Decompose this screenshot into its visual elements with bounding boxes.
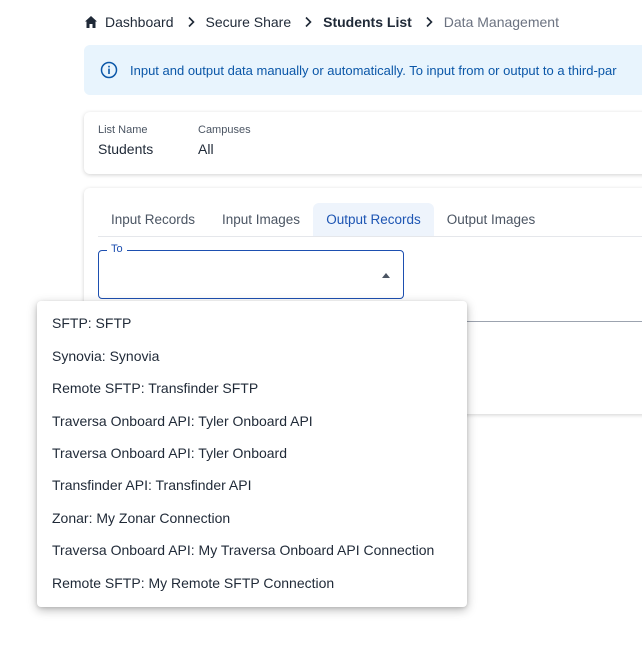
tab-output-images[interactable]: Output Images bbox=[435, 203, 547, 236]
dropdown-option[interactable]: Remote SFTP: Transfinder SFTP bbox=[37, 372, 467, 404]
list-name-field: List Name Students bbox=[98, 124, 153, 157]
tab-input-records[interactable]: Input Records bbox=[98, 203, 208, 236]
dropdown-option[interactable]: Remote SFTP: My Remote SFTP Connection bbox=[37, 567, 467, 599]
dropdown-option[interactable]: Traversa Onboard API: Tyler Onboard bbox=[37, 437, 467, 469]
to-select[interactable]: To bbox=[98, 243, 404, 299]
list-name-label: List Name bbox=[98, 124, 148, 136]
campuses-field: Campuses All bbox=[198, 124, 251, 157]
to-select-label: To bbox=[107, 243, 127, 255]
chevron-right-icon bbox=[186, 16, 196, 28]
breadcrumb: Dashboard Secure Share Students List Dat… bbox=[84, 12, 559, 32]
info-banner-text: Input and output data manually or automa… bbox=[130, 62, 617, 78]
list-name-value: Students bbox=[98, 141, 154, 157]
breadcrumb-secure-share[interactable]: Secure Share bbox=[206, 14, 292, 30]
dropdown-option[interactable]: Zonar: My Zonar Connection bbox=[37, 502, 467, 534]
breadcrumb-data-management: Data Management bbox=[443, 14, 559, 30]
dropdown-option[interactable]: Traversa Onboard API: My Traversa Onboar… bbox=[37, 534, 467, 566]
tab-bar: Input Records Input Images Output Record… bbox=[98, 203, 642, 237]
dropdown-option[interactable]: Synovia: Synovia bbox=[37, 340, 467, 372]
caret-up-icon[interactable] bbox=[382, 273, 390, 278]
chevron-right-icon bbox=[424, 16, 434, 28]
list-info-card: List Name Students Campuses All bbox=[84, 112, 642, 174]
tab-output-records[interactable]: Output Records bbox=[313, 203, 434, 236]
dropdown-option[interactable]: Transfinder API: Transfinder API bbox=[37, 469, 467, 501]
tab-input-images[interactable]: Input Images bbox=[209, 203, 313, 236]
campuses-value: All bbox=[198, 141, 214, 157]
dropdown-option[interactable]: Traversa Onboard API: Tyler Onboard API bbox=[37, 405, 467, 437]
breadcrumb-dashboard[interactable]: Dashboard bbox=[105, 14, 174, 30]
to-dropdown-menu: SFTP: SFTP Synovia: Synovia Remote SFTP:… bbox=[37, 301, 467, 607]
dropdown-option[interactable]: SFTP: SFTP bbox=[37, 307, 467, 339]
campuses-label: Campuses bbox=[198, 124, 251, 136]
home-icon[interactable] bbox=[84, 15, 98, 29]
info-banner: Input and output data manually or automa… bbox=[84, 45, 642, 95]
chevron-right-icon bbox=[303, 16, 313, 28]
breadcrumb-students-list[interactable]: Students List bbox=[323, 14, 412, 30]
info-icon bbox=[100, 61, 118, 79]
